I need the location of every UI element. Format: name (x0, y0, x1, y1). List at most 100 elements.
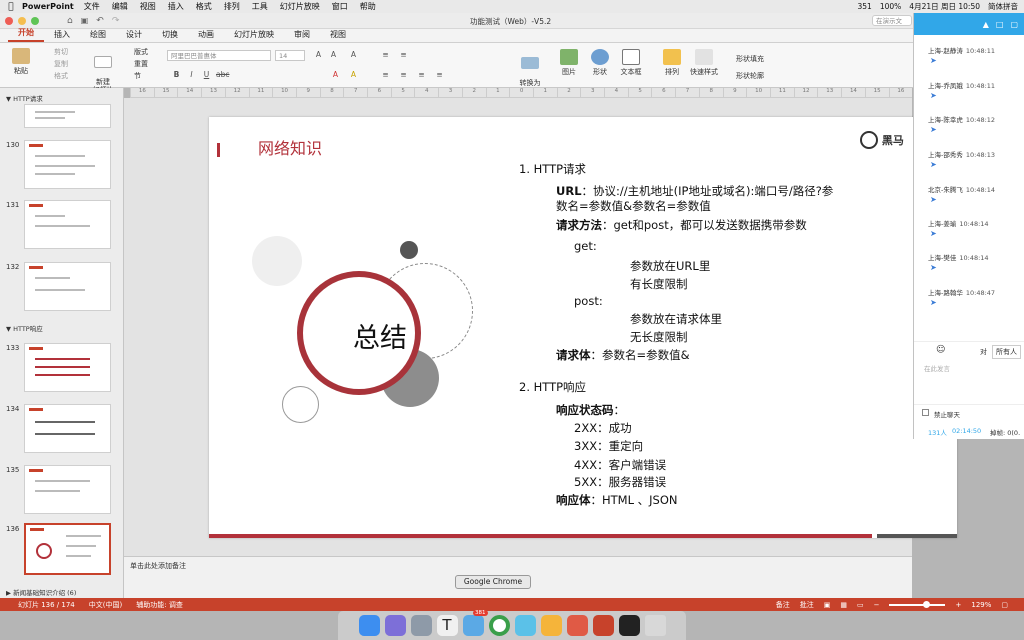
zoom-window-icon[interactable] (31, 16, 39, 25)
font-name-select[interactable]: 阿里巴巴普惠体 (167, 50, 271, 61)
home-icon[interactable]: ⌂ (67, 16, 73, 26)
tab-animations[interactable]: 动画 (188, 29, 224, 42)
save-icon[interactable]: ▣ (81, 16, 89, 25)
layout-button[interactable]: 版式 (122, 46, 148, 58)
picture-button[interactable]: 图片 (557, 49, 581, 77)
format-painter-button[interactable]: 格式 (44, 70, 68, 82)
slide-thumbnail-129[interactable] (24, 104, 111, 128)
slide-thumbnail-131[interactable] (24, 200, 111, 249)
url-line[interactable]: URL：协议://主机地址(IP地址或域名):端口号/路径?参 (556, 184, 833, 198)
request-body-line[interactable]: 请求体：参数名=参数值& (556, 348, 690, 362)
notes-toggle[interactable]: 备注 (776, 600, 790, 610)
tab-draw[interactable]: 绘图 (80, 29, 116, 42)
tab-insert[interactable]: 插入 (44, 29, 80, 42)
bullets-icon[interactable]: ≡ (380, 50, 391, 60)
clear-format-icon[interactable]: A (348, 50, 359, 60)
cloud-app-icon[interactable] (514, 615, 536, 636)
underline-icon[interactable]: U (201, 70, 212, 80)
normal-view-icon[interactable]: ▣ (824, 601, 831, 609)
shape-fill-button[interactable]: 形状填充 (726, 51, 764, 68)
datetime[interactable]: 4月21日 周日 10:50 (909, 1, 980, 12)
mute-checkbox[interactable] (922, 409, 929, 416)
menu-arrange[interactable]: 排列 (224, 1, 240, 12)
numbering-icon[interactable]: ≡ (398, 50, 409, 60)
quick-styles-button[interactable]: 快速样式 (688, 49, 720, 77)
terminal-icon[interactable] (618, 615, 640, 636)
zoom-level[interactable]: 129% (971, 601, 991, 609)
apple-icon[interactable]:  (0, 2, 22, 12)
menu-tools[interactable]: 工具 (252, 1, 268, 12)
slide-thumbnail-132[interactable] (24, 262, 111, 311)
get-label[interactable]: get: (574, 239, 597, 253)
justify-icon[interactable]: ≡ (434, 70, 445, 80)
summary-label[interactable]: 总结 (330, 316, 430, 355)
get-detail-1[interactable]: 参数放在URL里 (630, 259, 710, 273)
slide-thumbnail-134[interactable] (24, 404, 111, 453)
typora-icon[interactable]: T (436, 615, 458, 636)
undo-icon[interactable]: ↶ (96, 16, 104, 26)
status-3xx[interactable]: 3XX：重定向 (574, 439, 643, 453)
textbox-button[interactable]: 文本框 (618, 49, 644, 77)
get-detail-2[interactable]: 有长度限制 (630, 277, 688, 291)
menu-edit[interactable]: 编辑 (112, 1, 128, 12)
menu-view[interactable]: 视图 (140, 1, 156, 12)
method-line[interactable]: 请求方法：get和post，都可以发送数据携带参数 (556, 218, 807, 232)
bold-icon[interactable]: B (171, 70, 182, 80)
zoom-slider-knob[interactable] (923, 600, 931, 608)
chat-input[interactable]: 在此发言 (924, 363, 1019, 403)
status-2xx[interactable]: 2XX：成功 (574, 421, 632, 435)
redo-icon[interactable]: ↷ (112, 16, 120, 26)
tab-design[interactable]: 设计 (116, 29, 152, 42)
battery-text[interactable]: 100% (880, 2, 901, 11)
post-detail-2[interactable]: 无长度限制 (630, 330, 688, 344)
section-http-request[interactable]: ▼ HTTP请求 (6, 93, 43, 103)
emoji-icon[interactable]: ☺ (936, 345, 945, 355)
response-body-line[interactable]: 响应体：HTML 、JSON (556, 493, 678, 507)
tab-slideshow[interactable]: 幻灯片放映 (224, 29, 284, 42)
section-collapsed[interactable]: ▶ 新闻基础知识介绍 (6) (6, 587, 76, 597)
shape-button[interactable]: 形状 (588, 49, 612, 77)
reset-button[interactable]: 重置 (122, 58, 148, 70)
current-slide[interactable]: 网络知识 黑马 总结 1. HTTP请求 URL：协议://主机地址(IP地址或… (209, 117, 957, 538)
italic-icon[interactable]: I (186, 70, 197, 80)
copy-button[interactable]: 复制 (44, 58, 68, 70)
comments-toggle[interactable]: 批注 (800, 600, 814, 610)
menu-file[interactable]: 文件 (84, 1, 100, 12)
cut-button[interactable]: 剪切 (44, 46, 68, 58)
slide-title[interactable]: 网络知识 (258, 135, 322, 159)
trash-icon[interactable] (644, 615, 666, 636)
accessibility-status[interactable]: 辅助功能: 调查 (136, 600, 183, 610)
slide-thumbnail-130[interactable] (24, 140, 111, 189)
slide-thumbnail-136[interactable] (24, 523, 111, 575)
section-button[interactable]: 节 (122, 70, 148, 82)
minimize-window-icon[interactable] (18, 16, 26, 25)
align-right-icon[interactable]: ≡ (416, 70, 427, 80)
zoom-in-icon[interactable]: + (955, 601, 961, 609)
menu-slideshow[interactable]: 幻灯片放映 (280, 1, 320, 12)
strikethrough-icon[interactable]: abc (216, 70, 229, 80)
screen-record-icon[interactable] (566, 615, 588, 636)
recipient-select[interactable]: 所有人 (992, 345, 1021, 359)
rocket-app-icon[interactable] (410, 615, 432, 636)
tab-review[interactable]: 审阅 (284, 29, 320, 42)
heading-http-request[interactable]: 1. HTTP请求 (519, 162, 586, 176)
font-size-select[interactable]: 14 (275, 50, 305, 61)
tab-home[interactable]: 开始 (8, 27, 44, 42)
align-center-icon[interactable]: ≡ (398, 70, 409, 80)
chrome-icon[interactable] (488, 615, 510, 636)
menu-app-name[interactable]: PowerPoint (22, 2, 74, 11)
chat-count[interactable]: 351 (858, 2, 872, 11)
url-line-2[interactable]: 数名=参数值&参数名=参数值 (556, 199, 711, 213)
tab-view[interactable]: 视图 (320, 29, 356, 42)
slide-thumbnail-pane[interactable]: ▼ HTTP请求 130 131 132 ▼ HTTP响应 133 134 13… (0, 88, 124, 598)
grow-font-icon[interactable]: A (313, 50, 324, 60)
keynote-icon[interactable] (540, 615, 562, 636)
tab-transitions[interactable]: 切换 (152, 29, 188, 42)
status-4xx[interactable]: 4XX：客户端错误 (574, 458, 666, 472)
shrink-font-icon[interactable]: A (328, 50, 339, 60)
menu-help[interactable]: 帮助 (360, 1, 376, 12)
search-input[interactable]: 在演示文 (872, 15, 912, 26)
font-color-icon[interactable]: A (330, 70, 341, 80)
align-left-icon[interactable]: ≡ (380, 70, 391, 80)
slide-thumbnail-133[interactable] (24, 343, 111, 392)
